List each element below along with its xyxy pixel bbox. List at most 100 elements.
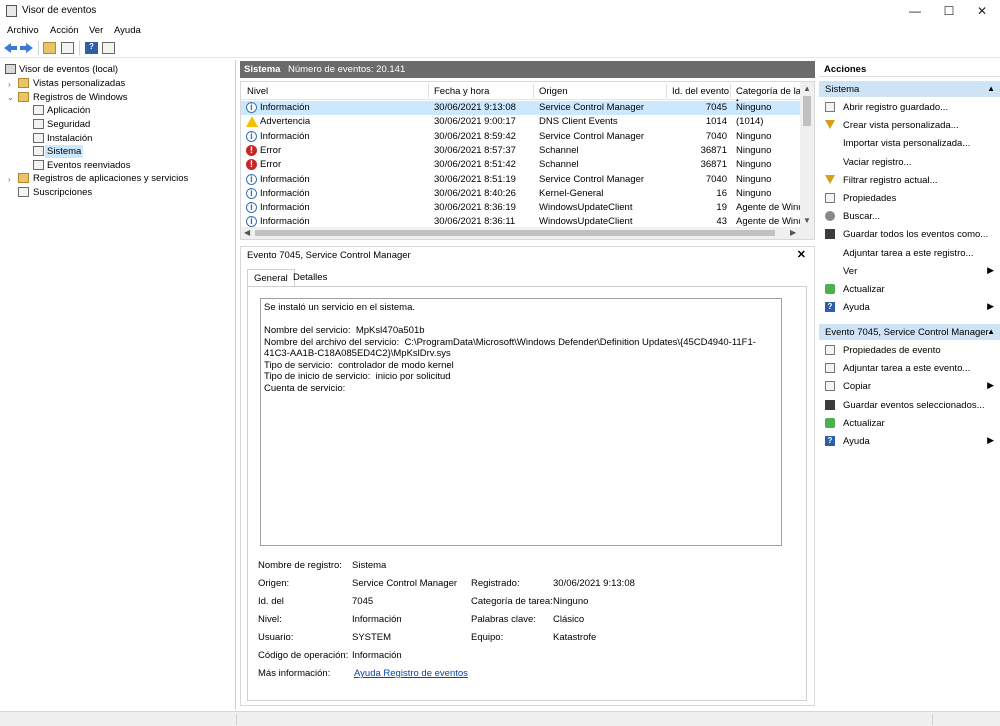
tab-detalles[interactable]: Detalles (287, 269, 333, 287)
action-item[interactable]: Adjuntar tarea a este evento... (819, 360, 1000, 376)
action-item[interactable]: Propiedades de evento (819, 342, 1000, 358)
warning-icon (246, 116, 258, 128)
event-log-help-link[interactable]: Ayuda Registro de eventos (354, 668, 468, 679)
actions-section-event[interactable]: Evento 7045, Service Control Manager ▲ (819, 324, 1000, 340)
action-label: Adjuntar tarea a este registro... (843, 247, 974, 259)
action-item[interactable]: Actualizar (819, 281, 1000, 297)
tree-app-services-logs[interactable]: Registros de aplicaciones y servicios (33, 172, 188, 185)
cell-level: Información (260, 130, 310, 142)
table-row[interactable]: ! Error 30/06/2021 8:57:37 Schannel 36871 Nin… (241, 144, 801, 158)
document-icon (825, 193, 835, 203)
action-item[interactable]: Ver ▶ (819, 263, 1000, 279)
toolbar-separator (79, 41, 80, 55)
cell-source: Schannel (539, 159, 579, 171)
cell-event-id: 7040 (705, 130, 727, 142)
close-icon[interactable]: ✕ (797, 248, 806, 261)
table-row[interactable]: i Información 30/06/2021 9:13:08 Service Co… (241, 101, 801, 115)
tree-log-seguridad[interactable]: Seguridad (47, 118, 90, 131)
maximize-button[interactable]: ☐ (934, 2, 964, 20)
cell-event-id: 43 (716, 216, 727, 228)
action-item[interactable]: Filtrar registro actual... (819, 172, 1000, 188)
action-item[interactable]: Importar vista personalizada... (819, 135, 1000, 151)
grid-vertical-scrollbar[interactable]: ▲ ▼ (800, 82, 814, 227)
action-item[interactable]: Abrir registro guardado... (819, 99, 1000, 115)
table-row[interactable]: i Información 30/06/2021 8:40:26 Kernel-Gen… (241, 187, 801, 201)
table-row[interactable]: Advertencia 30/06/2021 9:00:17 DNS Client … (241, 115, 801, 129)
save-icon (825, 229, 835, 240)
action-label: Propiedades (843, 193, 897, 204)
binoculars-icon (825, 211, 835, 222)
help-icon[interactable]: ? (85, 42, 98, 54)
table-row[interactable]: i Información 30/06/2021 8:59:42 Service Co… (241, 130, 801, 144)
action-item[interactable]: Guardar eventos seleccionados... (819, 397, 1000, 413)
menu-archivo[interactable]: Archivo (7, 25, 39, 36)
event-message[interactable]: Se instaló un servicio en el sistema. No… (260, 298, 782, 546)
table-row[interactable]: i Información 30/06/2021 8:36:19 WindowsUpd… (241, 201, 804, 215)
collapse-icon[interactable]: ▲ (987, 327, 995, 336)
tree-log-sistema[interactable]: Sistema (45, 145, 84, 158)
action-item[interactable]: Copiar ▶ (819, 378, 1000, 394)
task-icon (825, 363, 835, 374)
forward-icon[interactable] (20, 42, 33, 54)
show-hide-action-pane-icon[interactable] (102, 42, 115, 54)
action-item[interactable]: Buscar... (819, 208, 1000, 224)
chevron-right-icon[interactable]: › (8, 80, 11, 89)
event-count: Número de eventos: 20.141 (288, 64, 406, 75)
minimize-button[interactable]: — (900, 2, 930, 20)
tree-windows-logs[interactable]: Registros de Windows (33, 91, 128, 104)
grid-header: Nivel Fecha y hora Origen Id. del evento… (241, 82, 801, 108)
column-header-id[interactable]: Id. del evento (672, 86, 729, 97)
action-item[interactable]: ? Ayuda ▶ (819, 433, 1000, 449)
close-button[interactable]: ✕ (967, 2, 997, 20)
chevron-down-icon[interactable]: ⌄ (7, 93, 14, 102)
general-tab-content: Se instaló un servicio en el sistema. No… (247, 286, 807, 701)
event-grid: Nivel Fecha y hora Origen Id. del evento… (240, 81, 815, 240)
log-icon (33, 133, 44, 143)
action-label: Copiar (843, 381, 871, 393)
action-item[interactable]: Propiedades (819, 190, 1000, 206)
chevron-right-icon[interactable]: › (8, 175, 11, 184)
action-item[interactable]: Actualizar (819, 415, 1000, 431)
action-item[interactable]: Crear vista personalizada... (819, 117, 1000, 133)
status-pane (236, 714, 237, 725)
cell-source: DNS Client Events (539, 116, 618, 128)
column-header-origen[interactable]: Origen (539, 86, 568, 97)
actions-pane: Acciones Sistema ▲ Abrir registro guarda… (819, 61, 1000, 711)
menu-ver[interactable]: Ver (89, 25, 103, 36)
submenu-arrow-icon: ▶ (987, 435, 994, 445)
tree-root[interactable]: Visor de eventos (local) (19, 63, 118, 76)
table-row[interactable]: ! Error 30/06/2021 8:51:42 Schannel 36871 Nin… (241, 158, 801, 172)
action-item[interactable]: ? Ayuda ▶ (819, 299, 1000, 315)
cell-source: WindowsUpdateClient (539, 216, 633, 228)
grid-horizontal-scrollbar[interactable]: ◀ ▶ (241, 227, 814, 239)
log-header: Sistema Número de eventos: 20.141 (240, 61, 815, 78)
filter-icon (825, 174, 835, 184)
action-item[interactable]: Adjuntar tarea a este registro... (819, 245, 1000, 261)
action-item[interactable]: Vaciar registro... (819, 154, 1000, 170)
tree-custom-views[interactable]: Vistas personalizadas (33, 77, 125, 90)
cell-date: 30/06/2021 8:59:42 (434, 130, 516, 142)
tree-log-aplicacion[interactable]: Aplicación (47, 104, 90, 117)
cell-category: Agente de Wind (736, 202, 804, 214)
up-folder-icon[interactable] (43, 42, 56, 54)
show-hide-console-tree-icon[interactable] (61, 42, 74, 54)
help-icon: ? (825, 302, 835, 313)
menu-bar: Archivo Acción Ver Ayuda (0, 22, 1000, 38)
action-item[interactable]: Guardar todos los eventos como... (819, 226, 1000, 242)
menu-ayuda[interactable]: Ayuda (114, 25, 141, 36)
column-header-fecha[interactable]: Fecha y hora (434, 86, 489, 97)
cell-source: Service Control Manager (539, 102, 645, 113)
back-icon[interactable] (4, 42, 17, 54)
actions-section-log[interactable]: Sistema ▲ (819, 81, 1000, 97)
table-row[interactable]: i Información 30/06/2021 8:51:19 Service Co… (241, 173, 801, 187)
column-header-nivel[interactable]: Nivel (247, 86, 268, 97)
submenu-arrow-icon: ▶ (987, 264, 994, 275)
tree-log-eventos-reenviados[interactable]: Eventos reenviados (47, 159, 130, 172)
tree-subscriptions[interactable]: Suscripciones (33, 186, 92, 199)
tree-log-instalacion[interactable]: Instalación (47, 132, 92, 145)
event-viewer-app-icon (6, 5, 17, 17)
cell-event-id: 16 (716, 187, 727, 199)
menu-accion[interactable]: Acción (50, 25, 79, 36)
cell-date: 30/06/2021 9:00:17 (434, 116, 516, 128)
collapse-icon[interactable]: ▲ (987, 84, 995, 93)
